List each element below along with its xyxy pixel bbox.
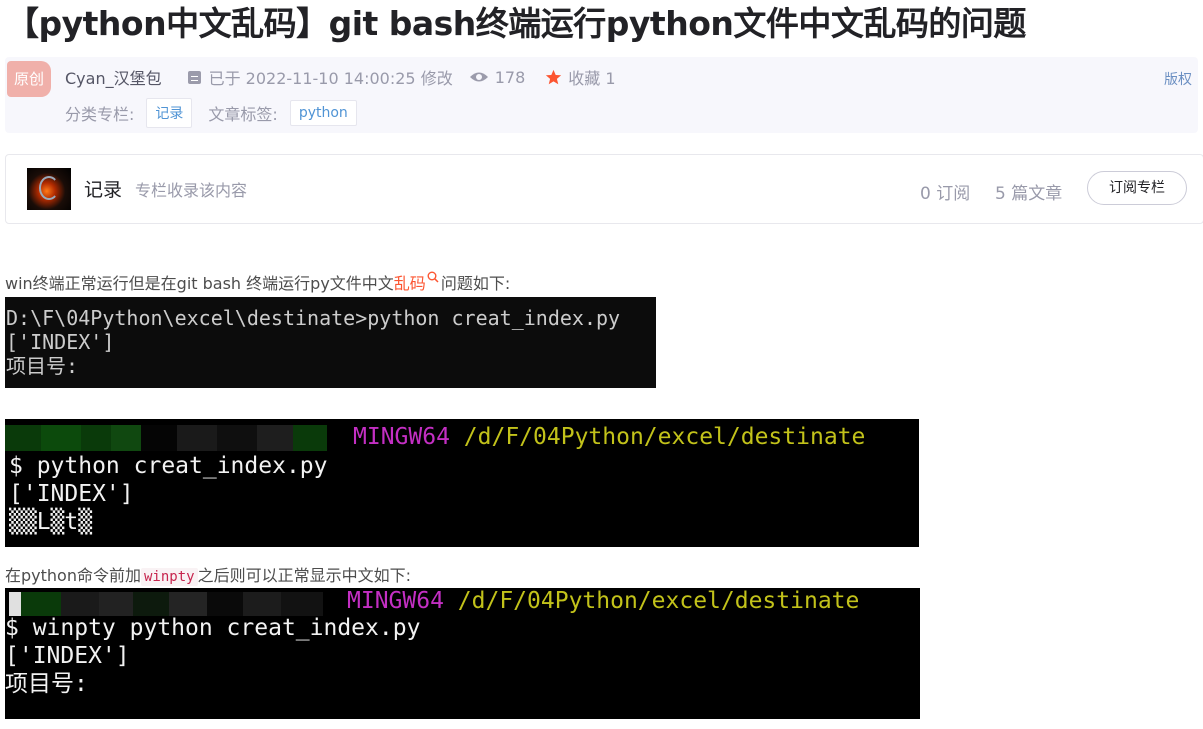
paragraph-text: 之后则可以正常显示中文如下: — [197, 566, 411, 585]
update-time: 已于 2022-11-10 14:00:25 修改 — [208, 69, 453, 88]
paragraph-solution: 在python命令前加 winpty 之后则可以正常显示中文如下: — [5, 562, 411, 586]
terminal-title-line: MINGW64 /d/F/04Python/excel/destinate — [347, 588, 859, 615]
cmd-terminal-screenshot: D:\F\04Python\excel\destinate>python cre… — [5, 297, 656, 388]
gitbash-terminal-screenshot: MINGW64 /d/F/04Python/excel/destinate $ … — [5, 419, 919, 547]
eye-icon — [469, 72, 488, 82]
article-tag[interactable]: python — [289, 100, 357, 126]
column-description: 专栏收录该内容 — [135, 181, 248, 200]
mingw-label: MINGW64 — [353, 424, 450, 450]
terminal-line: 项目号: — [6, 354, 79, 378]
winpty-terminal-screenshot: MINGW64 /d/F/04Python/excel/destinate $ … — [5, 588, 920, 719]
mingw-label: MINGW64 — [347, 588, 444, 614]
search-icon[interactable] — [427, 271, 439, 283]
category-tag[interactable]: 记录 — [146, 98, 193, 128]
column-cover-image[interactable] — [27, 168, 71, 210]
category-label: 分类专栏: — [65, 105, 135, 124]
paragraph-text: win终端正常运行但是在git bash 终端运行py文件中文 — [5, 274, 394, 293]
paragraph-text: 问题如下: — [440, 274, 511, 293]
article-count: 5 篇文章 — [995, 184, 1063, 204]
terminal-line: ▒▒L▒t▒ — [9, 509, 93, 535]
column-name[interactable]: 记录 — [84, 175, 122, 202]
subscriber-count: 0 订阅 — [920, 184, 971, 204]
meta-row-info: Cyan_汉堡包 已于 2022-11-10 14:00:25 修改 178 收… — [65, 65, 616, 89]
inline-code: winpty — [140, 568, 198, 586]
original-badge: 原创 — [7, 61, 51, 97]
terminal-line: 项目号: — [5, 671, 88, 697]
column-card: 记录 专栏收录该内容 0 订阅 5 篇文章 订阅专栏 — [5, 154, 1203, 224]
terminal-path: /d/F/04Python/excel/destinate — [457, 588, 860, 614]
author-link[interactable]: Cyan_汉堡包 — [65, 65, 162, 89]
keyword-link[interactable]: 乱码 — [394, 274, 426, 293]
paragraph-intro: win终端正常运行但是在git bash 终端运行py文件中文乱码 问题如下: — [5, 270, 510, 294]
tags-label: 文章标签: — [208, 105, 278, 124]
star-icon[interactable] — [545, 69, 562, 86]
terminal-title-line: MINGW64 /d/F/04Python/excel/destinate — [353, 423, 865, 451]
redacted-username-bar — [5, 425, 327, 451]
terminal-path: /d/F/04Python/excel/destinate — [463, 424, 866, 450]
terminal-line: D:\F\04Python\excel\destinate>python cre… — [6, 306, 621, 330]
article-meta: 原创 Cyan_汉堡包 已于 2022-11-10 14:00:25 修改 17… — [5, 57, 1198, 133]
view-count: 178 — [494, 67, 526, 87]
terminal-line: $ python creat_index.py — [9, 453, 328, 479]
paragraph-text: 在python命令前加 — [5, 566, 141, 585]
meta-row-tags: 分类专栏: 记录 文章标签: python — [65, 98, 373, 128]
terminal-line: ['INDEX'] — [9, 481, 134, 507]
terminal-line: ['INDEX'] — [5, 643, 130, 669]
terminal-line: $ winpty python creat_index.py — [5, 615, 421, 641]
copyright-link[interactable]: 版权 — [1164, 69, 1192, 89]
article-title: 【python中文乱码】git bash终端运行python文件中文乱码的问题 — [6, 4, 1026, 43]
subscribe-column-button[interactable]: 订阅专栏 — [1087, 171, 1187, 205]
update-icon — [187, 70, 201, 84]
redacted-username-bar — [5, 592, 323, 616]
favorite-count[interactable]: 收藏 1 — [568, 65, 615, 89]
terminal-line: ['INDEX'] — [6, 330, 115, 354]
